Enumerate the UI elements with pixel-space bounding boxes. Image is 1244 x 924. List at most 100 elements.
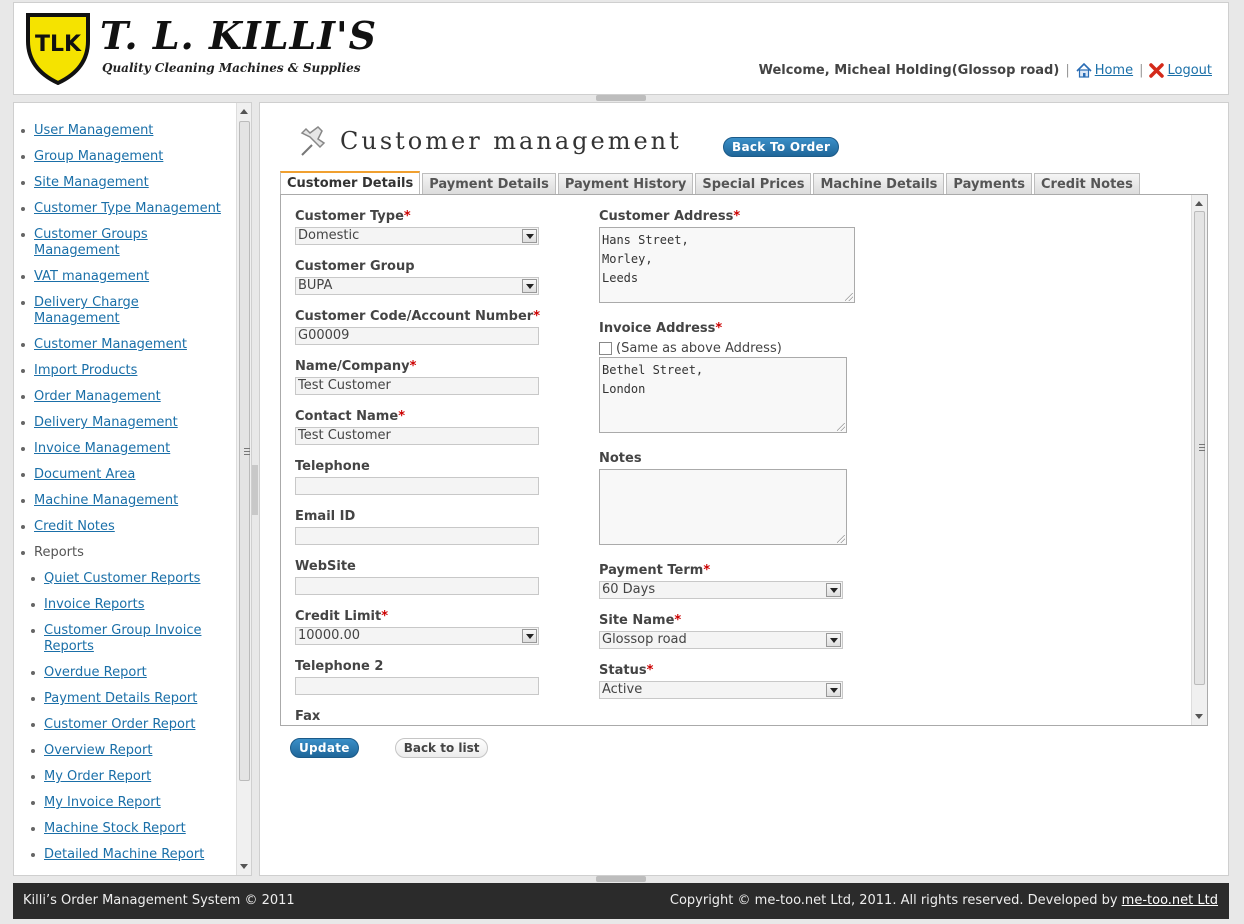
chevron-down-icon[interactable]	[522, 629, 537, 643]
sidebar-item-document-area[interactable]: Document Area	[14, 467, 236, 483]
scroll-down-arrow-icon[interactable]	[1195, 714, 1203, 719]
sidebar-item-site-management[interactable]: Site Management	[14, 175, 236, 191]
sidebar-item-machine-management[interactable]: Machine Management	[14, 493, 236, 509]
form-scrollbar[interactable]	[1191, 195, 1207, 725]
scroll-down-arrow-icon[interactable]	[240, 864, 248, 869]
same-address-checkbox[interactable]	[599, 341, 612, 355]
payment-term-select[interactable]: 60 Days	[599, 581, 843, 599]
sidebar-link[interactable]: Customer Order Report	[44, 717, 195, 732]
sidebar-item-customer-groups-management[interactable]: Customer Groups Management	[14, 227, 184, 259]
tab-customer-details[interactable]: Customer Details	[280, 171, 421, 194]
sidebar-link[interactable]: VAT management	[34, 269, 149, 284]
sidebar-link[interactable]: My Order Report	[44, 769, 151, 784]
chevron-down-icon[interactable]	[522, 279, 537, 293]
sidebar-link[interactable]: Invoice Reports	[44, 597, 144, 612]
chevron-down-icon[interactable]	[826, 633, 841, 647]
bottom-splitter-handle[interactable]	[596, 876, 646, 882]
customer-address-textarea[interactable]: Hans Street, Morley, Leeds	[599, 227, 855, 303]
chevron-down-icon[interactable]	[826, 583, 841, 597]
sidebar-item-credit-notes[interactable]: Credit Notes	[14, 519, 236, 535]
sidebar-item-group-management[interactable]: Group Management	[14, 149, 236, 165]
sidebar-link[interactable]: Import Products	[34, 363, 137, 378]
sidebar-link[interactable]: Payment Details Report	[44, 691, 197, 706]
chevron-down-icon[interactable]	[522, 229, 537, 243]
sidebar-link[interactable]: Machine Management	[34, 493, 178, 508]
scroll-up-arrow-icon[interactable]	[240, 109, 248, 114]
sidebar-link[interactable]: Detailed Machine Report	[44, 847, 204, 862]
telephone-input[interactable]	[295, 477, 539, 495]
home-link-label[interactable]: Home	[1095, 63, 1133, 78]
customer-group-select[interactable]: BUPA	[295, 277, 539, 295]
sidebar-item-order-management[interactable]: Order Management	[14, 389, 236, 405]
sidebar-link[interactable]: Overview Report	[44, 743, 152, 758]
logout-link[interactable]: Logout	[1149, 63, 1212, 78]
sidebar-item-overdue-report[interactable]: Overdue Report	[14, 665, 236, 681]
sidebar-item-import-products[interactable]: Import Products	[14, 363, 236, 379]
tab-payments[interactable]: Payments	[946, 173, 1033, 194]
site-name-select[interactable]: Glossop road	[599, 631, 843, 649]
developer-link[interactable]: me-too.net Ltd	[1122, 893, 1218, 908]
name-company-input[interactable]: Test Customer	[295, 377, 539, 395]
sidebar-link[interactable]: Customer Type Management	[34, 201, 221, 216]
sidebar-link[interactable]: User Management	[34, 123, 153, 138]
credit-limit-select[interactable]: 10000.00	[295, 627, 539, 645]
sidebar-item-my-invoice-report[interactable]: My Invoice Report	[14, 795, 236, 811]
website-input[interactable]	[295, 577, 539, 595]
sidebar-link[interactable]: My Invoice Report	[44, 795, 161, 810]
sidebar-item-delivery-management[interactable]: Delivery Management	[14, 415, 236, 431]
status-select[interactable]: Active	[599, 681, 843, 699]
sidebar-link[interactable]: Customer Management	[34, 337, 187, 352]
sidebar-item-detailed-machine-report[interactable]: Detailed Machine Report	[14, 847, 236, 863]
notes-textarea[interactable]	[599, 469, 847, 545]
customer-type-select[interactable]: Domestic	[295, 227, 539, 245]
scroll-up-arrow-icon[interactable]	[1195, 201, 1203, 206]
sidebar-item-quiet-customer-reports[interactable]: Quiet Customer Reports	[14, 571, 236, 587]
sidebar-link[interactable]: Customer Groups Management	[34, 227, 148, 258]
chevron-down-icon[interactable]	[826, 683, 841, 697]
sidebar-item-invoice-reports[interactable]: Invoice Reports	[14, 597, 236, 613]
sidebar-scrollbar[interactable]	[236, 103, 251, 875]
tab-machine-details[interactable]: Machine Details	[813, 173, 945, 194]
sidebar-scroll-thumb[interactable]	[239, 121, 250, 781]
back-to-order-button[interactable]: Back To Order	[723, 137, 840, 157]
contact-name-input[interactable]: Test Customer	[295, 427, 539, 445]
sidebar-item-customer-group-invoice-reports[interactable]: Customer Group Invoice Reports	[14, 623, 204, 655]
sidebar-link[interactable]: Invoice Management	[34, 441, 170, 456]
sidebar-item-vat-management[interactable]: VAT management	[14, 269, 236, 285]
sidebar-link[interactable]: Delivery Management	[34, 415, 178, 430]
tab-special-prices[interactable]: Special Prices	[695, 173, 812, 194]
sidebar-item-customer-management[interactable]: Customer Management	[14, 337, 236, 353]
sidebar-link[interactable]: Group Management	[34, 149, 163, 164]
tab-payment-history[interactable]: Payment History	[557, 173, 694, 194]
back-to-list-button[interactable]: Back to list	[394, 738, 489, 758]
sidebar-item-user-management[interactable]: User Management	[14, 123, 236, 139]
sidebar-link[interactable]: Credit Notes	[34, 519, 115, 534]
logout-link-label[interactable]: Logout	[1167, 63, 1212, 78]
email-input[interactable]	[295, 527, 539, 545]
tab-credit-notes[interactable]: Credit Notes	[1034, 173, 1140, 194]
sidebar-item-delivery-charge-management[interactable]: Delivery Charge Management	[14, 295, 184, 327]
customer-code-input[interactable]: G00009	[295, 327, 539, 345]
sidebar-item-customer-type-management[interactable]: Customer Type Management	[14, 201, 236, 217]
sidebar-link[interactable]: Overdue Report	[44, 665, 147, 680]
sidebar-item-my-order-report[interactable]: My Order Report	[14, 769, 236, 785]
telephone2-input[interactable]	[295, 677, 539, 695]
home-link[interactable]: Home	[1076, 63, 1133, 78]
sidebar-item-machine-stock-report[interactable]: Machine Stock Report	[14, 821, 236, 837]
sidebar-item-customer-order-report[interactable]: Customer Order Report	[14, 717, 236, 733]
brand-logo[interactable]: TLK T. L. KILLI'S Quality Cleaning Machi…	[24, 11, 376, 87]
invoice-address-textarea[interactable]: Bethel Street, London	[599, 357, 847, 433]
sidebar-item-overview-report[interactable]: Overview Report	[14, 743, 236, 759]
top-splitter-handle[interactable]	[596, 95, 646, 101]
sidebar-resize-handle[interactable]	[252, 465, 258, 515]
sidebar-link[interactable]: Machine Stock Report	[44, 821, 186, 836]
sidebar-link[interactable]: Customer Group Invoice Reports	[44, 623, 201, 654]
form-scroll-thumb[interactable]	[1194, 211, 1205, 685]
sidebar-item-invoice-management[interactable]: Invoice Management	[14, 441, 236, 457]
sidebar-link[interactable]: Order Management	[34, 389, 161, 404]
sidebar-link[interactable]: Site Management	[34, 175, 149, 190]
sidebar-link[interactable]: Delivery Charge Management	[34, 295, 139, 326]
update-button[interactable]: Update	[290, 738, 359, 758]
sidebar-link[interactable]: Document Area	[34, 467, 135, 482]
sidebar-item-payment-details-report[interactable]: Payment Details Report	[14, 691, 236, 707]
